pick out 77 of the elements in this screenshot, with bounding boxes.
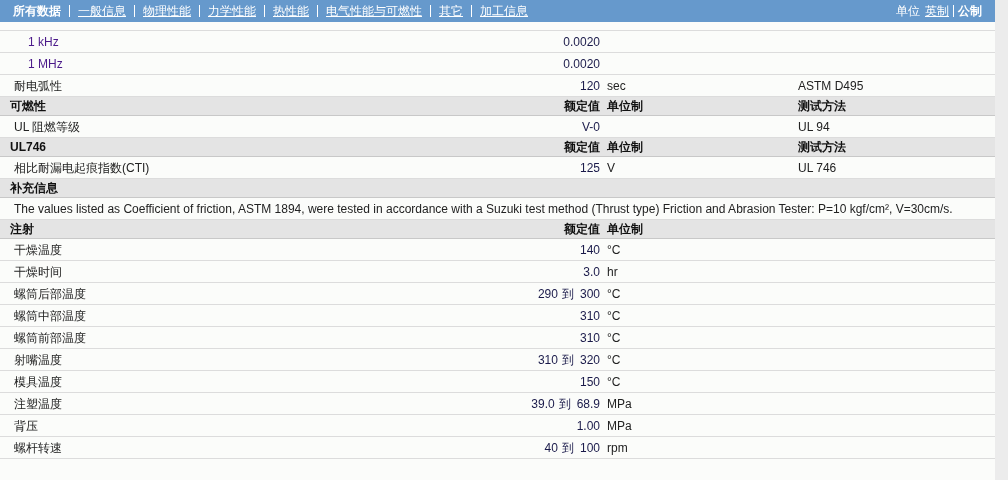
unit-label: 单位 [896,3,920,20]
property-label: 螺筒中部温度 [14,308,86,323]
range-word: 到 [561,439,574,457]
rated-value: 0.0020 [562,55,600,73]
unit-text: MPa [607,396,632,411]
rated-value: 300 [578,285,600,303]
rated-value: 150 [578,373,600,391]
property-label: 相比耐漏电起痕指数(CTI) [14,160,150,175]
unit-text: sec [607,78,626,93]
rated-value: 125 [578,159,600,177]
range-low-value: 39.0 [531,395,555,413]
rated-value: 100 [578,439,600,457]
test-method: UL 746 [798,160,837,175]
nav-tab[interactable]: 一般信息 [78,2,126,20]
column-heading: 测试方法 [798,140,846,154]
section-title: 可燃性 [10,99,46,113]
unit-text: °C [607,242,621,257]
column-heading: 额定值 [564,139,600,156]
property-label: 螺筒前部温度 [14,330,86,345]
range-low-value: 40 [544,439,558,457]
property-label: 干燥温度 [14,242,62,257]
nav-tab[interactable]: 加工信息 [480,2,528,20]
unit-text: hr [607,264,618,279]
section-title: 补充信息 [10,181,58,195]
property-label: 射嘴温度 [14,352,62,367]
column-heading: 单位制 [607,99,643,113]
unit-option[interactable]: 英制 [925,2,949,20]
column-heading: 单位制 [607,222,643,236]
nav-tab[interactable]: 电气性能与可燃性 [326,2,422,20]
column-heading: 额定值 [564,98,600,115]
property-label: UL 阻燃等级 [14,119,81,134]
rated-value: 310 [578,307,600,325]
section-title: UL746 [10,140,47,154]
section-title: 注射 [10,222,34,236]
unit-text: °C [607,352,621,367]
property-label: 注塑温度 [14,396,62,411]
note-text: The values listed as Coefficient of friction, ASTM 1894, were tested in accordance with a Suzuki test method (Thrust type) Friction and Abrasion Tester: P=10 kgf/cm², V=30cm/s. [14,200,953,218]
property-label: 背压 [14,418,38,433]
unit-text: °C [607,374,621,389]
property-label: 螺杆转速 [14,440,62,455]
property-label: 耐电弧性 [14,78,62,93]
test-method: UL 94 [798,119,830,134]
unit-text: °C [607,286,621,301]
rated-value: 68.9 [575,395,600,413]
nav-tab[interactable]: 力学性能 [208,2,256,20]
unit-text: rpm [607,440,628,455]
nav-tab[interactable]: 热性能 [273,2,309,20]
range-word: 到 [558,395,571,413]
range-word: 到 [561,351,574,369]
range-word: 到 [561,285,574,303]
rated-value: 1.00 [575,417,600,435]
range-low-value: 310 [537,351,558,369]
column-heading: 单位制 [607,140,643,154]
rated-value: 0.0020 [562,33,600,51]
rated-value: 140 [578,241,600,259]
property-label: 螺筒后部温度 [14,286,86,301]
property-label: 1 kHz [28,34,59,49]
unit-text: °C [607,330,621,345]
test-method: ASTM D495 [798,78,864,93]
property-label: 干燥时间 [14,264,62,279]
rated-value: 310 [578,329,600,347]
unit-text: °C [607,308,621,323]
rated-value: V-0 [581,118,600,136]
unit-text: V [607,160,615,175]
unit-text: MPa [607,418,632,433]
rated-value: 320 [578,351,600,369]
column-heading: 额定值 [564,221,600,238]
column-heading: 测试方法 [798,99,846,113]
property-label: 1 MHz [28,56,63,71]
rated-value: 120 [578,77,600,95]
rated-value: 3.0 [582,263,600,281]
nav-tab[interactable]: 物理性能 [143,2,191,20]
nav-tab[interactable]: 其它 [439,2,463,20]
unit-option[interactable]: 公制 [958,2,982,20]
property-label: 模具温度 [14,374,62,389]
nav-tab[interactable]: 所有数据 [13,2,61,20]
range-low-value: 290 [537,285,558,303]
